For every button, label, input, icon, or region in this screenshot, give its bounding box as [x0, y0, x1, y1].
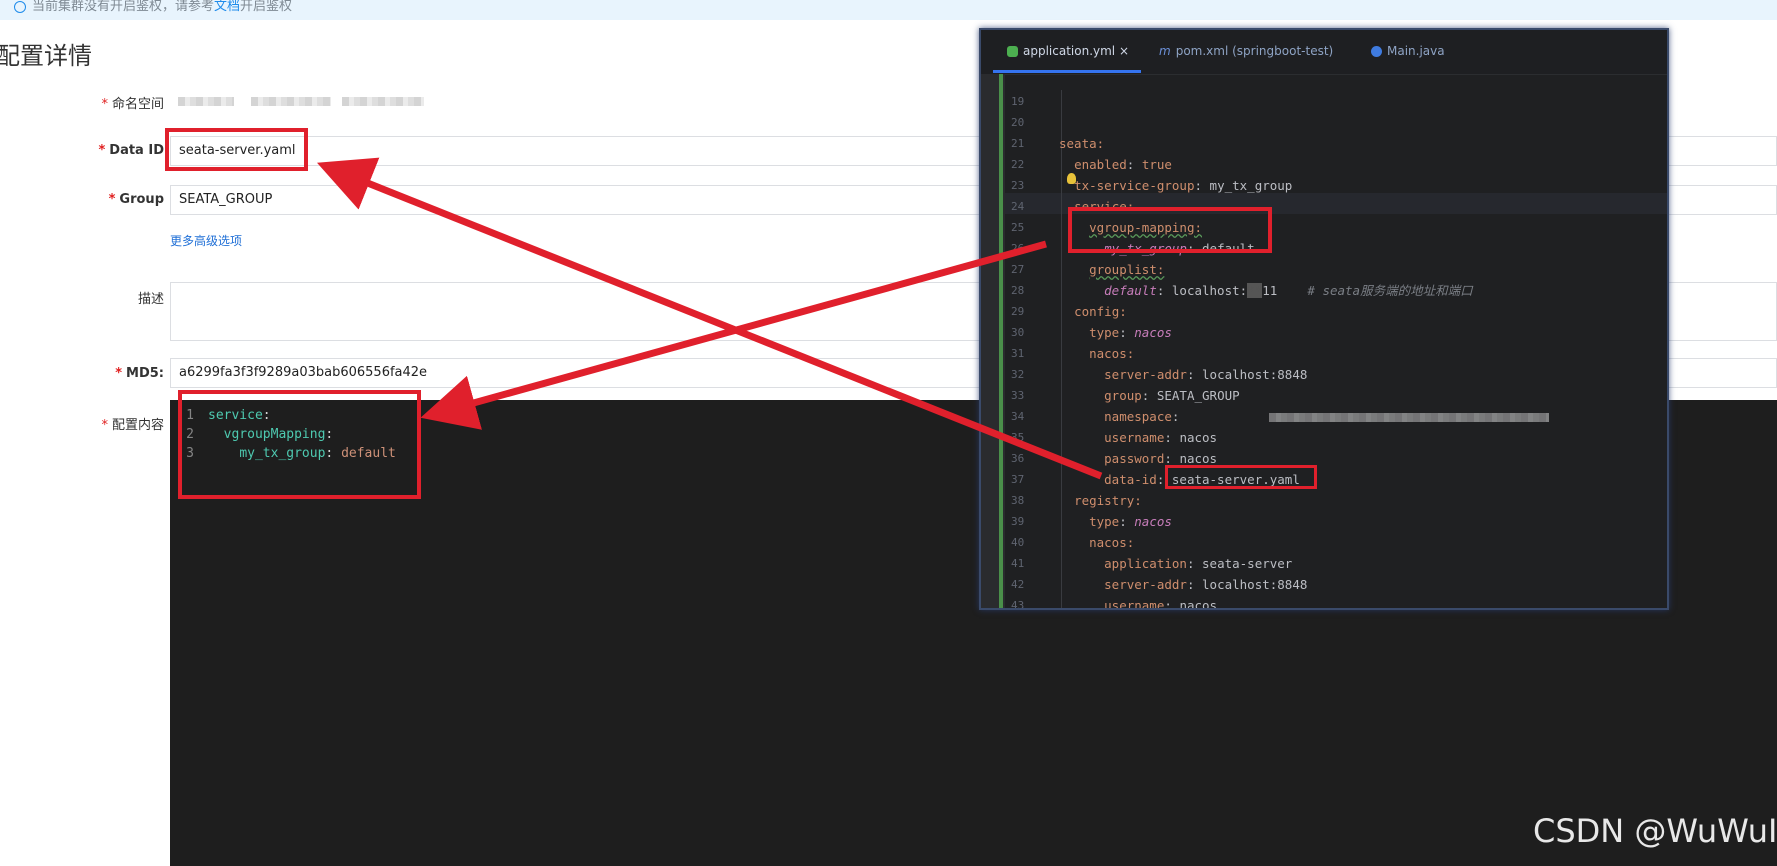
watermark: CSDN @WuWuII [1533, 812, 1777, 850]
annotation-arrows [316, 157, 1103, 480]
arrow-to-config-content [420, 240, 1047, 430]
arrow-to-dataid [316, 157, 1103, 480]
